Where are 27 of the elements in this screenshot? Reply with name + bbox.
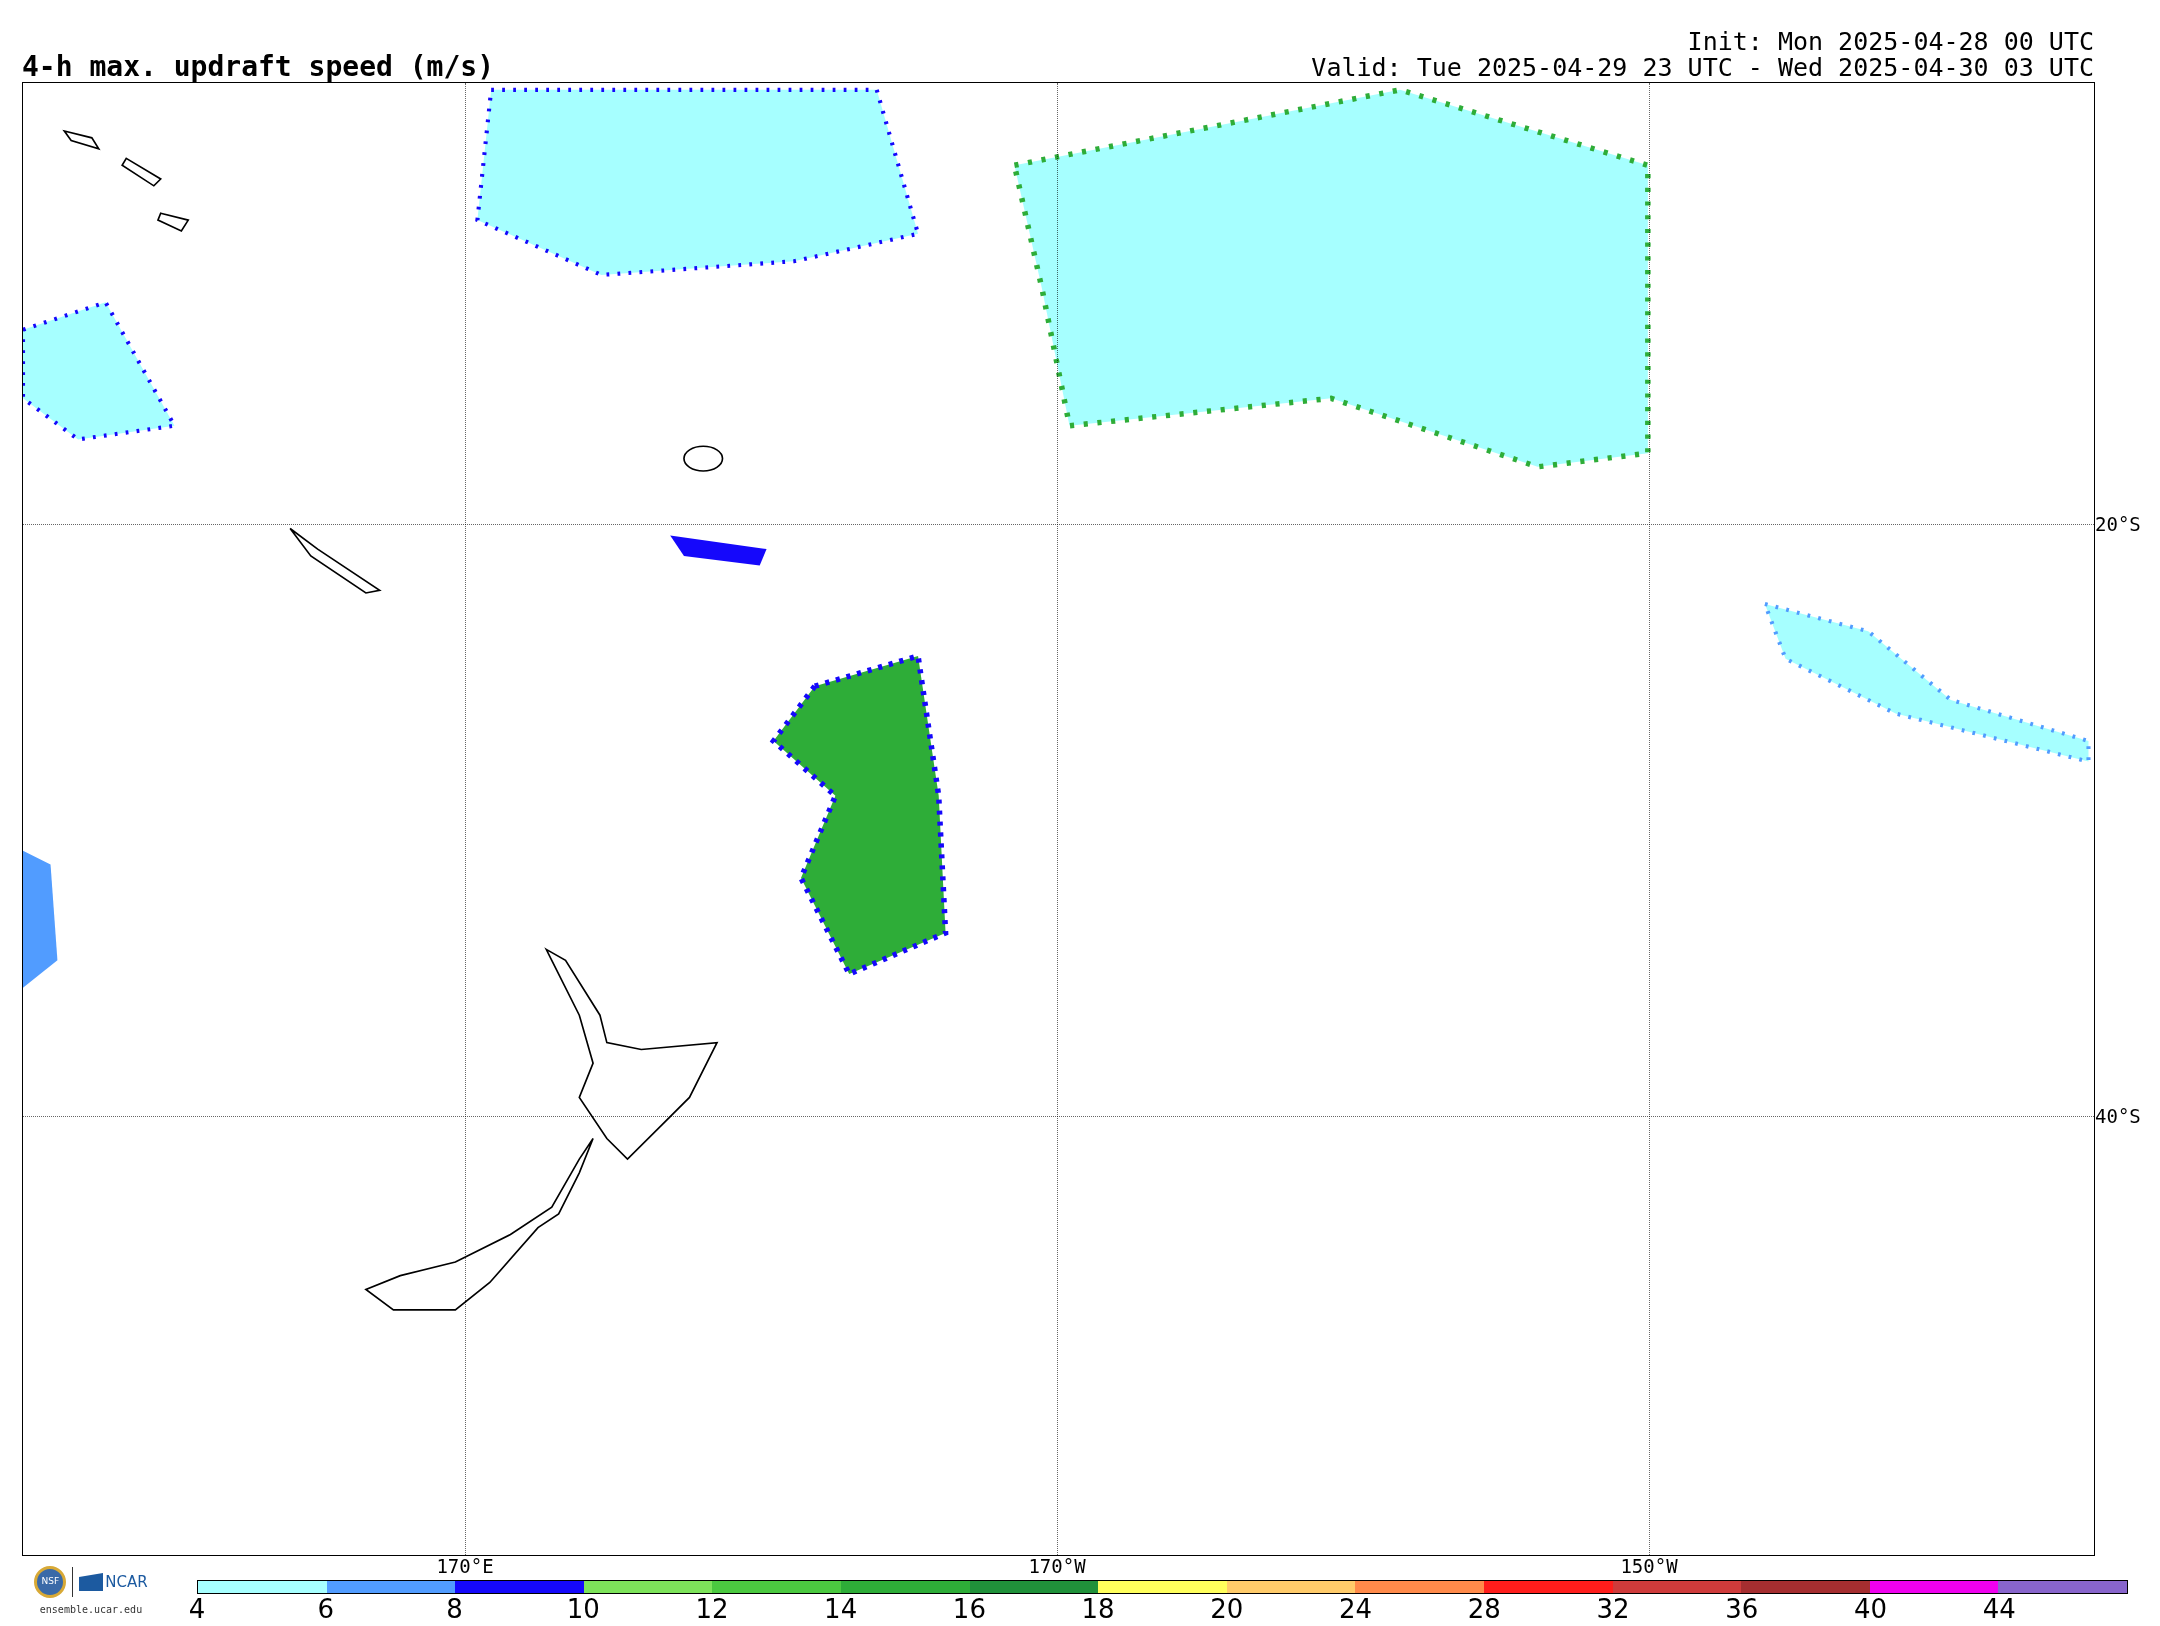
tick-label: 14 — [824, 1596, 858, 1622]
latitude-label: 40°S — [2095, 1106, 2141, 1126]
latitude-label: 20°S — [2095, 514, 2141, 534]
tick-label: 10 — [566, 1596, 600, 1622]
tick-label: 28 — [1467, 1596, 1501, 1622]
tick-label: 40 — [1854, 1596, 1888, 1622]
tick-label: 24 — [1339, 1596, 1373, 1622]
init-time: Init: Mon 2025-04-28 00 UTC — [1687, 28, 2094, 55]
longitude-label: 170°W — [1028, 1557, 1086, 1576]
longitude-label: 150°W — [1620, 1557, 1678, 1576]
longitude-label: 170°E — [436, 1557, 494, 1576]
tick-label: 12 — [695, 1596, 729, 1622]
tick-label: 44 — [1982, 1596, 2016, 1622]
valid-time: Valid: Tue 2025-04-29 23 UTC - Wed 2025-04-30 03 UTC — [1311, 54, 2094, 81]
logo-text: NCAR — [105, 1571, 148, 1593]
tick-label: 6 — [317, 1596, 334, 1622]
logo-url: ensemble.ucar.edu — [39, 1603, 143, 1617]
tick-label: 18 — [1081, 1596, 1115, 1622]
tick-label: 32 — [1596, 1596, 1630, 1622]
seal-logo: NSF — [34, 1566, 67, 1598]
tick-label: 36 — [1725, 1596, 1759, 1622]
tick-label: 4 — [188, 1596, 206, 1622]
chart-title: 4-h max. updraft speed (m/s) — [22, 52, 494, 81]
tick-label: 8 — [446, 1596, 463, 1622]
tick-label: 20 — [1210, 1596, 1244, 1622]
ncar-mark-icon — [79, 1573, 104, 1591]
tick-label: 16 — [952, 1596, 986, 1622]
